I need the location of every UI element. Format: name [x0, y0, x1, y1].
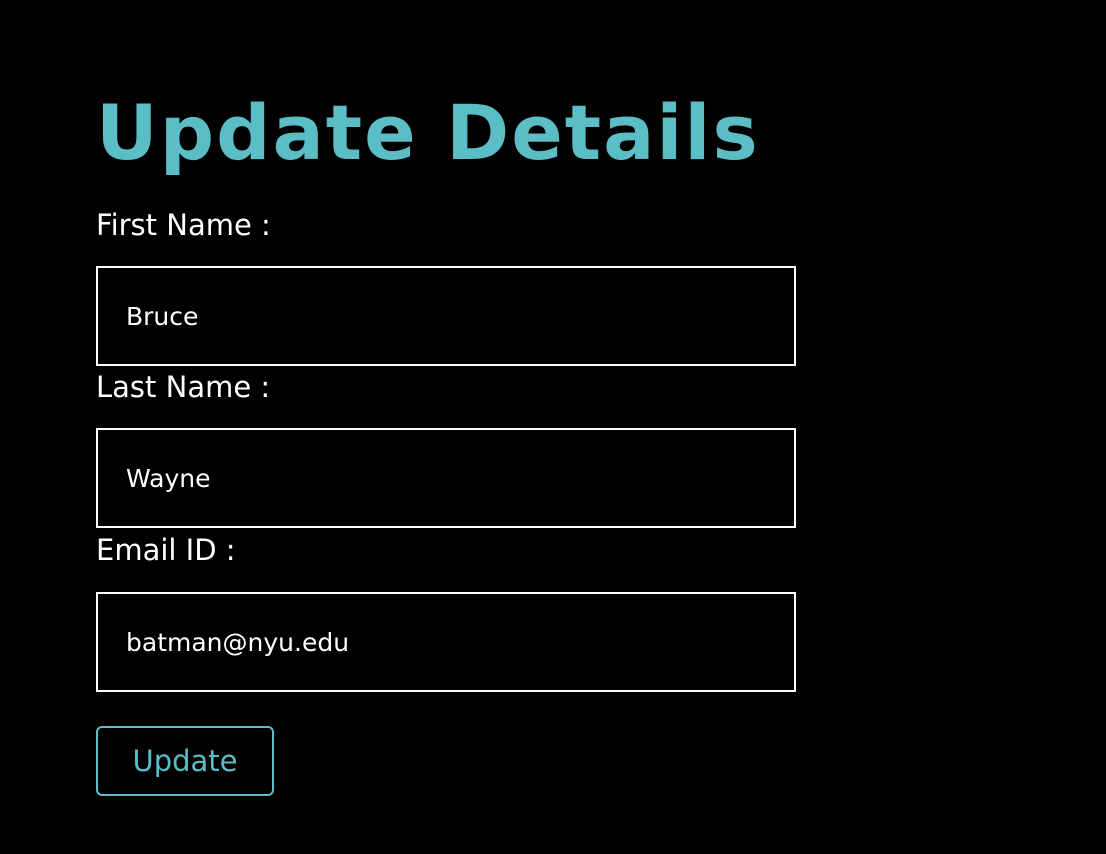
page-title: Update Details [96, 88, 760, 177]
last-name-input[interactable] [96, 428, 796, 528]
first-name-label: First Name : [96, 208, 271, 242]
email-input[interactable] [96, 592, 796, 692]
first-name-input[interactable] [96, 266, 796, 366]
last-name-label: Last Name : [96, 370, 271, 404]
email-label: Email ID : [96, 533, 236, 567]
update-button[interactable]: Update [96, 726, 274, 796]
